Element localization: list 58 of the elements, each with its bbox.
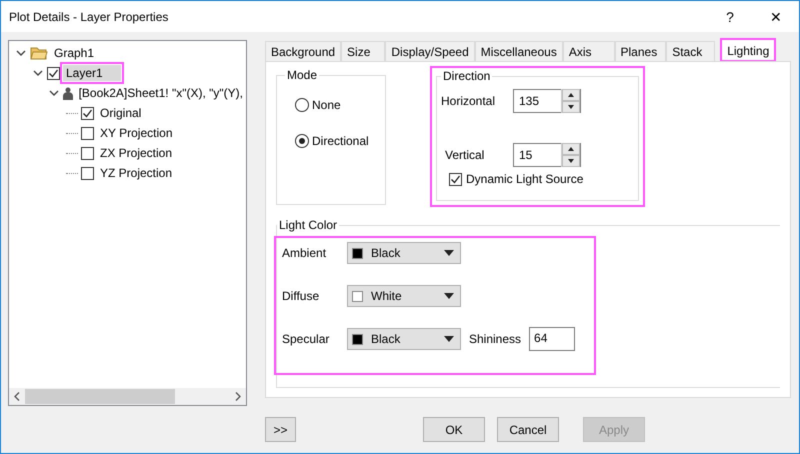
tab[interactable]: Background [265, 41, 342, 61]
input-field[interactable]: 64 [529, 327, 576, 351]
caret-icon [444, 336, 454, 342]
group-title: Light Color [278, 218, 338, 232]
spin-field[interactable]: 15 [513, 143, 581, 167]
scroll-right-icon[interactable] [235, 392, 241, 401]
tree-item[interactable]: YZ Projection [97, 165, 176, 181]
horizontal-scrollbar[interactable] [9, 388, 246, 405]
checkbox[interactable] [81, 106, 94, 120]
group-title: Direction [442, 69, 492, 83]
field-label: Ambient [282, 246, 328, 260]
field-label: Shininess [469, 332, 522, 346]
color-dropdown[interactable]: White [347, 285, 461, 307]
dialog-button[interactable]: OK [423, 417, 485, 442]
checkbox-label: Dynamic Light Source [466, 172, 584, 186]
radio-button[interactable] [295, 98, 309, 112]
checkbox[interactable] [81, 146, 94, 160]
tab[interactable]: Size [341, 41, 386, 61]
tree-item[interactable]: Graph1 [51, 45, 98, 61]
dialog-button[interactable]: Cancel [497, 417, 559, 442]
tab[interactable]: Miscellaneous [474, 41, 563, 61]
field-label: Specular [282, 332, 330, 346]
folder-icon [30, 46, 48, 60]
group-title: Mode [286, 68, 318, 82]
close-button[interactable]: ✕ [753, 1, 799, 32]
chevron-icon[interactable] [49, 89, 60, 97]
scroll-left-icon[interactable] [14, 392, 20, 401]
radio-button[interactable] [295, 134, 309, 148]
field-label: Diffuse [282, 289, 320, 303]
caret-icon [444, 250, 454, 256]
tab[interactable]: Display/Speed [385, 41, 475, 61]
checkbox[interactable] [449, 172, 462, 186]
tab[interactable]: Planes [614, 41, 666, 61]
spin-field[interactable]: 135 [513, 89, 581, 113]
chevron-icon[interactable] [15, 49, 27, 57]
tree-item[interactable]: XY Projection [97, 125, 176, 141]
radio-label: None [312, 98, 341, 112]
checkbox[interactable] [47, 66, 60, 80]
tree-item[interactable]: [Book2A]Sheet1! "x"(X), "y"(Y), [76, 85, 246, 101]
chevron-icon[interactable] [32, 69, 44, 77]
tree-item[interactable]: Original [97, 105, 144, 121]
tab[interactable]: Axis [562, 41, 614, 61]
person-icon [62, 86, 73, 100]
caret-icon [444, 293, 454, 299]
checkbox[interactable] [81, 126, 94, 140]
tab[interactable]: Stack [666, 41, 716, 61]
color-dropdown[interactable]: Black [347, 328, 461, 350]
radio-label: Directional [312, 134, 369, 148]
tree-item[interactable]: Layer1 [63, 65, 121, 81]
checkbox[interactable] [81, 166, 94, 180]
tree-item[interactable]: ZX Projection [97, 145, 176, 161]
help-button[interactable]: ? [707, 1, 753, 32]
expand-button[interactable]: >> [265, 417, 296, 442]
tab[interactable]: Lighting [721, 39, 776, 61]
color-dropdown[interactable]: Black [347, 242, 461, 264]
field-label: Horizontal [441, 94, 496, 108]
window-title: Plot Details - Layer Properties [8, 10, 170, 24]
field-label: Vertical [444, 148, 486, 162]
